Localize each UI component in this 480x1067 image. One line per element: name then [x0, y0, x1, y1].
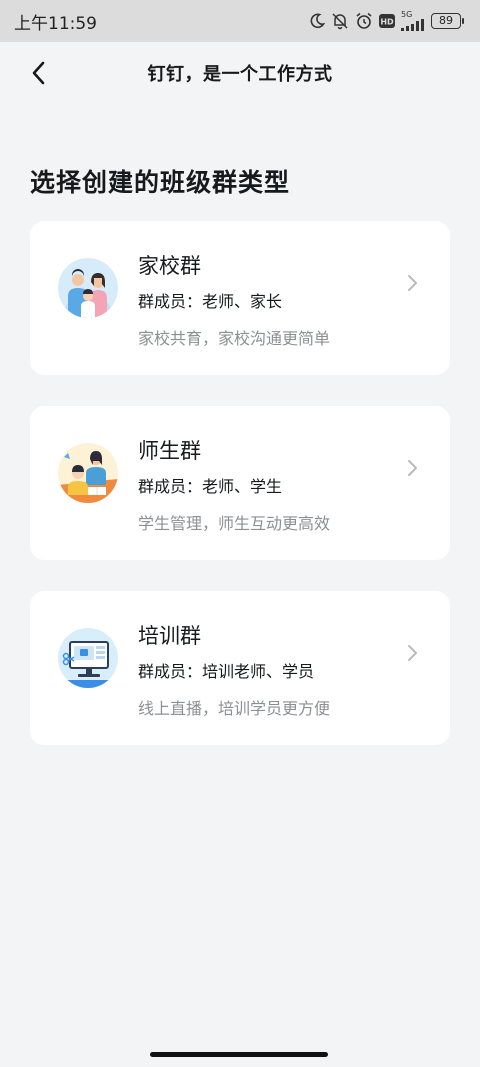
battery-indicator: 89	[431, 13, 464, 29]
status-icons: HD 5G 89	[309, 11, 464, 31]
status-time: 上午11:59	[14, 13, 97, 34]
moon-icon	[310, 13, 325, 29]
status-bar: 上午11:59 HD 5G 89	[0, 0, 480, 42]
alarm-icon	[356, 12, 372, 29]
chevron-left-icon	[32, 61, 45, 85]
card-description: 家校共育，家校沟通更简单	[138, 329, 331, 348]
family-illustration-icon	[58, 258, 118, 318]
card-title: 师生群	[138, 439, 201, 463]
chevron-right-icon	[408, 460, 417, 476]
chevron-right-icon	[408, 645, 417, 661]
card-members: 群成员：培训老师、学员	[138, 662, 315, 681]
home-indicator[interactable]	[150, 1052, 328, 1057]
card-members: 群成员：老师、学生	[138, 477, 283, 496]
card-title: 培训群	[138, 624, 201, 648]
back-button[interactable]	[22, 57, 54, 89]
teacher-student-illustration-icon	[58, 443, 118, 503]
nav-bar: 钉钉，是一个工作方式	[0, 42, 480, 104]
monitor-training-illustration-icon	[58, 628, 118, 688]
battery-level: 89	[431, 13, 461, 29]
group-type-card-training[interactable]: 培训群 群成员：培训老师、学员 线上直播，培训学员更方便	[30, 591, 450, 745]
card-description: 线上直播，培训学员更方便	[138, 699, 331, 718]
chevron-right-icon	[408, 275, 417, 291]
mute-bell-icon	[332, 13, 348, 30]
card-description: 学生管理，师生互动更高效	[138, 514, 331, 533]
signal-icon	[401, 19, 424, 31]
card-members: 群成员：老师、家长	[138, 292, 283, 311]
group-type-card-teacher-student[interactable]: 师生群 群成员：老师、学生 学生管理，师生互动更高效	[30, 406, 450, 560]
page-title: 选择创建的班级群类型	[30, 168, 291, 197]
nav-title: 钉钉，是一个工作方式	[147, 64, 333, 85]
hd-badge-icon: HD	[379, 14, 395, 28]
signal-indicator: 5G	[401, 11, 425, 31]
svg-text:HD: HD	[380, 18, 394, 27]
network-type: 5G	[401, 10, 413, 19]
battery-cap	[462, 18, 464, 24]
card-title: 家校群	[138, 254, 201, 278]
group-type-card-home-school[interactable]: 家校群 群成员：老师、家长 家校共育，家校沟通更简单	[30, 221, 450, 375]
